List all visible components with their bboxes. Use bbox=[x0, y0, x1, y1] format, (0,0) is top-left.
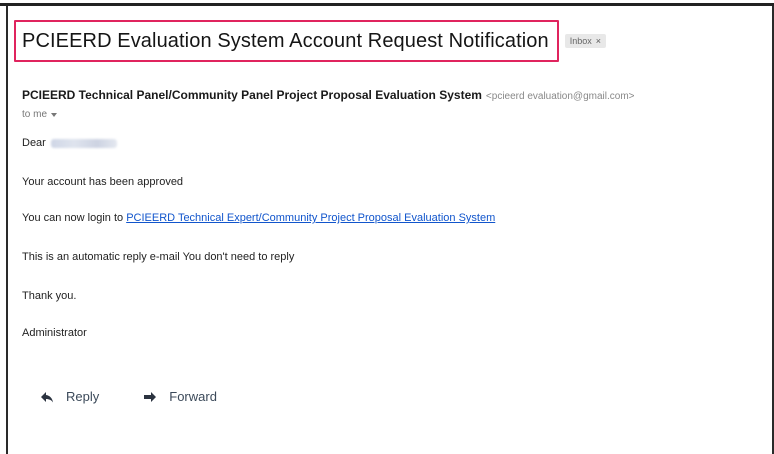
thanks-line: Thank you. bbox=[22, 290, 77, 302]
subject-row: PCIEERD Evaluation System Account Reques… bbox=[14, 20, 607, 62]
reply-label: Reply bbox=[66, 389, 100, 404]
inbox-label-text: Inbox bbox=[569, 36, 592, 46]
greeting-text: Dear bbox=[22, 137, 46, 149]
approved-line: Your account has been approved bbox=[22, 176, 184, 188]
sender-name: PCIEERD Technical Panel/Community Panel … bbox=[22, 88, 482, 102]
subject-highlight-box: PCIEERD Evaluation System Account Reques… bbox=[14, 20, 559, 62]
chevron-down-icon[interactable] bbox=[51, 112, 58, 117]
to-me-label: to me bbox=[22, 109, 48, 120]
message-actions: Reply Forward bbox=[40, 389, 217, 404]
greeting-line: Dear bbox=[22, 137, 117, 149]
forward-icon bbox=[143, 391, 157, 403]
sender-email: <pcieerd evaluation@gmail.com> bbox=[485, 91, 635, 102]
forward-label: Forward bbox=[169, 389, 217, 404]
reply-button[interactable]: Reply bbox=[40, 389, 99, 404]
email-subject: PCIEERD Evaluation System Account Reques… bbox=[22, 30, 549, 52]
login-prefix: You can now login to bbox=[22, 212, 127, 224]
evaluation-system-link[interactable]: PCIEERD Technical Expert/Community Proje… bbox=[126, 212, 495, 224]
recipient-details-toggle[interactable]: to me bbox=[22, 109, 58, 120]
remove-label-icon[interactable]: × bbox=[596, 36, 601, 46]
reply-icon bbox=[40, 391, 54, 403]
left-divider bbox=[6, 6, 8, 454]
redacted-recipient-name bbox=[50, 138, 117, 148]
email-view: PCIEERD Evaluation System Account Reques… bbox=[0, 0, 774, 454]
sender-row: PCIEERD Technical Panel/Community Panel … bbox=[22, 88, 635, 102]
auto-reply-line: This is an automatic reply e-mail You do… bbox=[22, 251, 295, 263]
inbox-label-chip[interactable]: Inbox × bbox=[564, 34, 607, 48]
top-divider bbox=[0, 3, 774, 6]
forward-button[interactable]: Forward bbox=[143, 389, 217, 404]
signature-line: Administrator bbox=[22, 327, 87, 339]
login-line: You can now login to PCIEERD Technical E… bbox=[22, 212, 495, 224]
